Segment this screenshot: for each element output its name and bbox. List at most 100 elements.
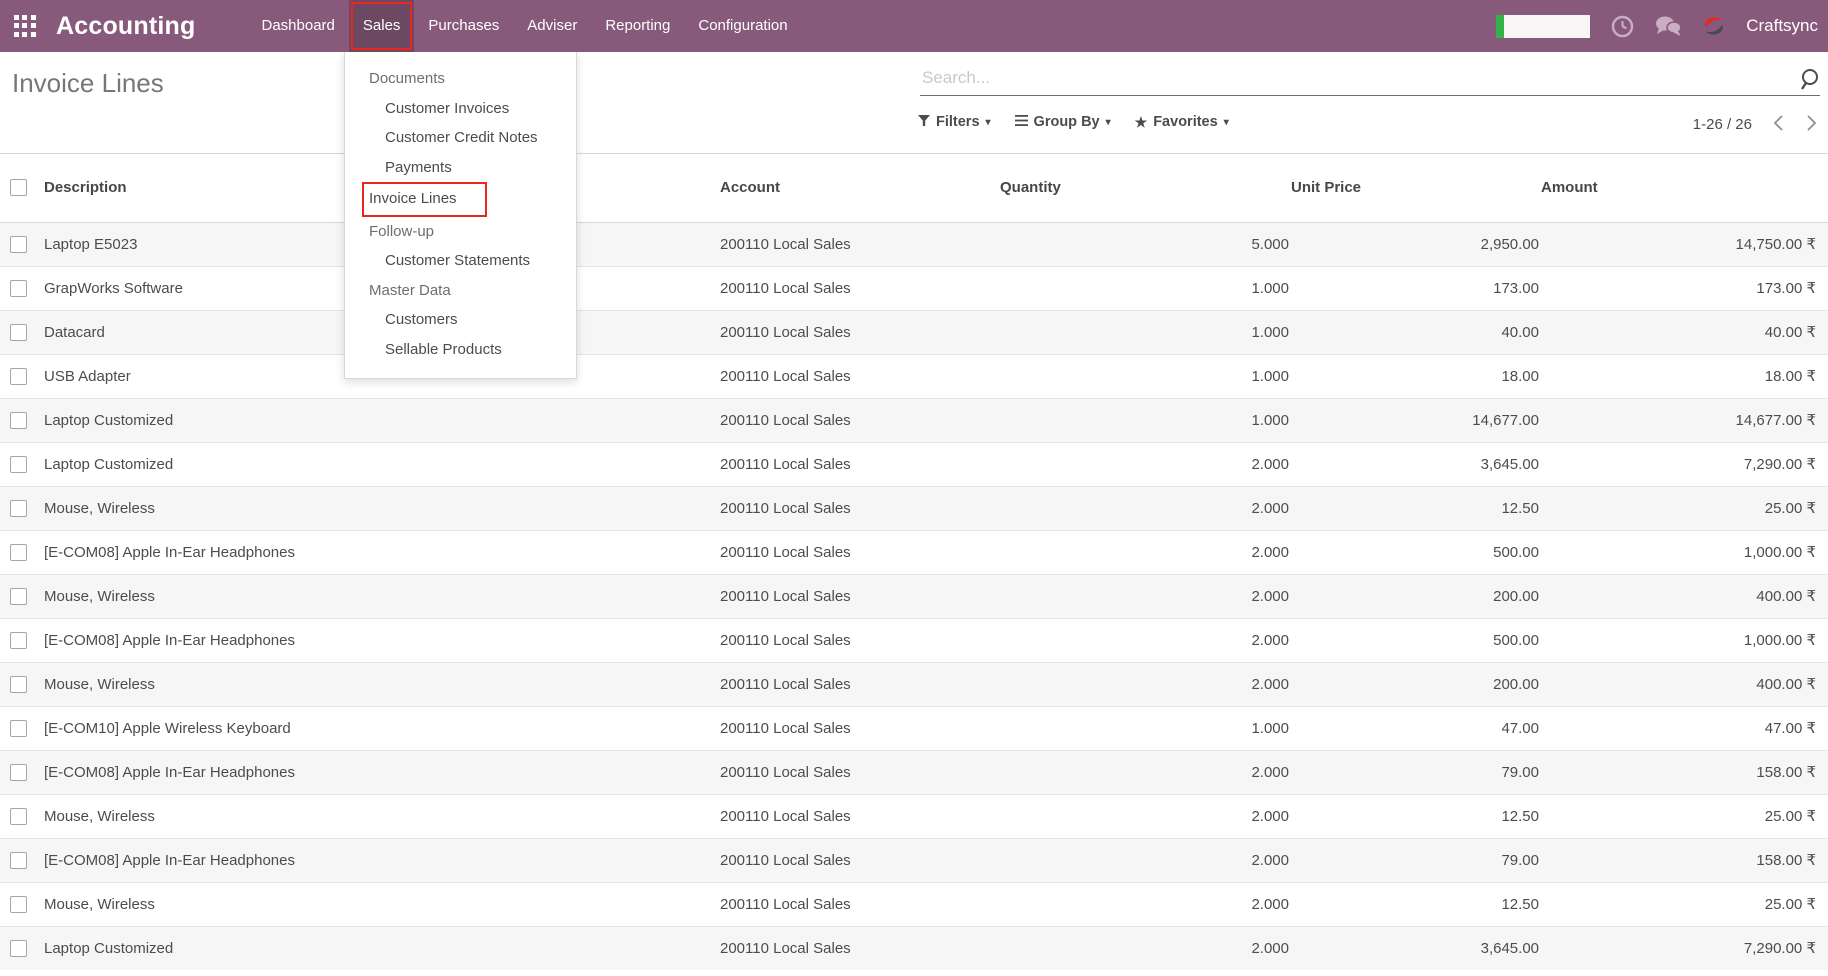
dropdown-item-follow-up: Follow-up — [345, 217, 576, 247]
cell-account: 200110 Local Sales — [700, 486, 1000, 530]
messages-icon[interactable] — [1655, 15, 1682, 37]
cell-unit-price: 47.00 — [1291, 706, 1541, 750]
row-checkbox[interactable] — [10, 544, 27, 561]
nav-menu-dashboard[interactable]: Dashboard — [248, 0, 349, 52]
row-checkbox[interactable] — [10, 676, 27, 693]
table-row[interactable]: Mouse, Wireless200110 Local Sales2.00020… — [0, 662, 1828, 706]
pager-next-button[interactable] — [1805, 114, 1818, 135]
cell-amount: 1,000.00 ₹ — [1541, 618, 1828, 662]
filters-button[interactable]: Filters ▾ — [918, 114, 991, 130]
cell-description: Laptop Customized — [40, 442, 700, 486]
row-checkbox[interactable] — [10, 368, 27, 385]
favorites-button[interactable]: ★ Favorites ▾ — [1135, 114, 1229, 130]
cell-account: 200110 Local Sales — [700, 750, 1000, 794]
column-header-account[interactable]: Account — [700, 154, 1000, 222]
app-title[interactable]: Accounting — [56, 12, 196, 41]
cell-description: Mouse, Wireless — [40, 574, 700, 618]
row-checkbox[interactable] — [10, 412, 27, 429]
dropdown-item-documents: Documents — [345, 64, 576, 94]
row-checkbox[interactable] — [10, 896, 27, 913]
row-checkbox[interactable] — [10, 280, 27, 297]
cell-quantity: 2.000 — [1000, 530, 1291, 574]
row-select-cell — [0, 838, 40, 882]
search-icon[interactable] — [1798, 68, 1820, 97]
table-row[interactable]: [E-COM08] Apple In-Ear Headphones200110 … — [0, 530, 1828, 574]
group-by-button[interactable]: Group By ▾ — [1015, 114, 1111, 130]
cell-unit-price: 3,645.00 — [1291, 926, 1541, 970]
row-checkbox[interactable] — [10, 324, 27, 341]
row-checkbox[interactable] — [10, 500, 27, 517]
dropdown-item-customer-credit-notes[interactable]: Customer Credit Notes — [345, 123, 576, 153]
table-row[interactable]: Mouse, Wireless200110 Local Sales2.00012… — [0, 794, 1828, 838]
row-checkbox[interactable] — [10, 456, 27, 473]
table-header-row: Description Account Quantity Unit Price … — [0, 154, 1828, 222]
row-select-cell — [0, 706, 40, 750]
column-header-quantity[interactable]: Quantity — [1000, 154, 1291, 222]
table-row[interactable]: Datacard200110 Local Sales1.00040.0040.0… — [0, 310, 1828, 354]
nav-menu-purchases[interactable]: Purchases — [414, 0, 513, 52]
row-select-cell — [0, 354, 40, 398]
row-checkbox[interactable] — [10, 852, 27, 869]
table-row[interactable]: Laptop E5023200110 Local Sales5.0002,950… — [0, 222, 1828, 266]
cell-amount: 18.00 ₹ — [1541, 354, 1828, 398]
cell-description: Mouse, Wireless — [40, 486, 700, 530]
table-row[interactable]: Laptop Customized200110 Local Sales2.000… — [0, 926, 1828, 970]
row-checkbox[interactable] — [10, 764, 27, 781]
sales-dropdown-menu: DocumentsCustomer InvoicesCustomer Credi… — [344, 52, 577, 379]
timer-widget[interactable] — [1496, 15, 1590, 38]
company-name[interactable]: Craftsync — [1746, 16, 1818, 36]
pager-range: 1-26 / 26 — [1693, 116, 1752, 133]
activities-clock-icon[interactable] — [1611, 15, 1634, 38]
nav-menu-configuration[interactable]: Configuration — [684, 0, 801, 52]
row-checkbox[interactable] — [10, 940, 27, 957]
invoice-lines-table: Description Account Quantity Unit Price … — [0, 154, 1828, 970]
nav-menu-sales[interactable]: Sales — [349, 0, 415, 52]
table-row[interactable]: [E-COM08] Apple In-Ear Headphones200110 … — [0, 838, 1828, 882]
row-select-cell — [0, 882, 40, 926]
cell-account: 200110 Local Sales — [700, 926, 1000, 970]
nav-menu-adviser[interactable]: Adviser — [513, 0, 591, 52]
row-checkbox[interactable] — [10, 720, 27, 737]
table-row[interactable]: Laptop Customized200110 Local Sales1.000… — [0, 398, 1828, 442]
row-checkbox[interactable] — [10, 236, 27, 253]
dropdown-item-customers[interactable]: Customers — [345, 305, 576, 335]
row-select-cell — [0, 794, 40, 838]
table-row[interactable]: Mouse, Wireless200110 Local Sales2.00012… — [0, 486, 1828, 530]
cell-unit-price: 40.00 — [1291, 310, 1541, 354]
column-header-amount[interactable]: Amount — [1541, 154, 1828, 222]
row-select-cell — [0, 442, 40, 486]
table-row[interactable]: USB Adapter200110 Local Sales1.00018.001… — [0, 354, 1828, 398]
row-checkbox[interactable] — [10, 808, 27, 825]
dropdown-item-payments[interactable]: Payments — [345, 153, 576, 183]
cell-quantity: 2.000 — [1000, 838, 1291, 882]
pager-previous-button[interactable] — [1772, 114, 1785, 135]
row-checkbox[interactable] — [10, 588, 27, 605]
cell-description: Mouse, Wireless — [40, 882, 700, 926]
cell-unit-price: 173.00 — [1291, 266, 1541, 310]
table-row[interactable]: GrapWorks Software200110 Local Sales1.00… — [0, 266, 1828, 310]
dropdown-item-customer-statements[interactable]: Customer Statements — [345, 246, 576, 276]
group-by-list-icon — [1015, 114, 1028, 130]
nav-menu-reporting[interactable]: Reporting — [591, 0, 684, 52]
cell-amount: 25.00 ₹ — [1541, 486, 1828, 530]
table-row[interactable]: [E-COM10] Apple Wireless Keyboard200110 … — [0, 706, 1828, 750]
apps-grid-icon[interactable] — [14, 15, 36, 37]
dropdown-item-invoice-lines[interactable]: Invoice Lines — [345, 182, 576, 217]
select-all-checkbox[interactable] — [10, 179, 27, 196]
search-input[interactable] — [920, 64, 1820, 96]
table-row[interactable]: Mouse, Wireless200110 Local Sales2.00012… — [0, 882, 1828, 926]
table-row[interactable]: Mouse, Wireless200110 Local Sales2.00020… — [0, 574, 1828, 618]
table-row[interactable]: [E-COM08] Apple In-Ear Headphones200110 … — [0, 750, 1828, 794]
dropdown-item-sellable-products[interactable]: Sellable Products — [345, 335, 576, 365]
cell-unit-price: 14,677.00 — [1291, 398, 1541, 442]
select-all-cell — [0, 154, 40, 222]
cell-description: Mouse, Wireless — [40, 794, 700, 838]
row-checkbox[interactable] — [10, 632, 27, 649]
dropdown-item-customer-invoices[interactable]: Customer Invoices — [345, 94, 576, 124]
row-select-cell — [0, 750, 40, 794]
cell-description: Laptop Customized — [40, 926, 700, 970]
table-row[interactable]: [E-COM08] Apple In-Ear Headphones200110 … — [0, 618, 1828, 662]
column-header-unit-price[interactable]: Unit Price — [1291, 154, 1541, 222]
table-row[interactable]: Laptop Customized200110 Local Sales2.000… — [0, 442, 1828, 486]
filter-funnel-icon — [918, 114, 930, 130]
